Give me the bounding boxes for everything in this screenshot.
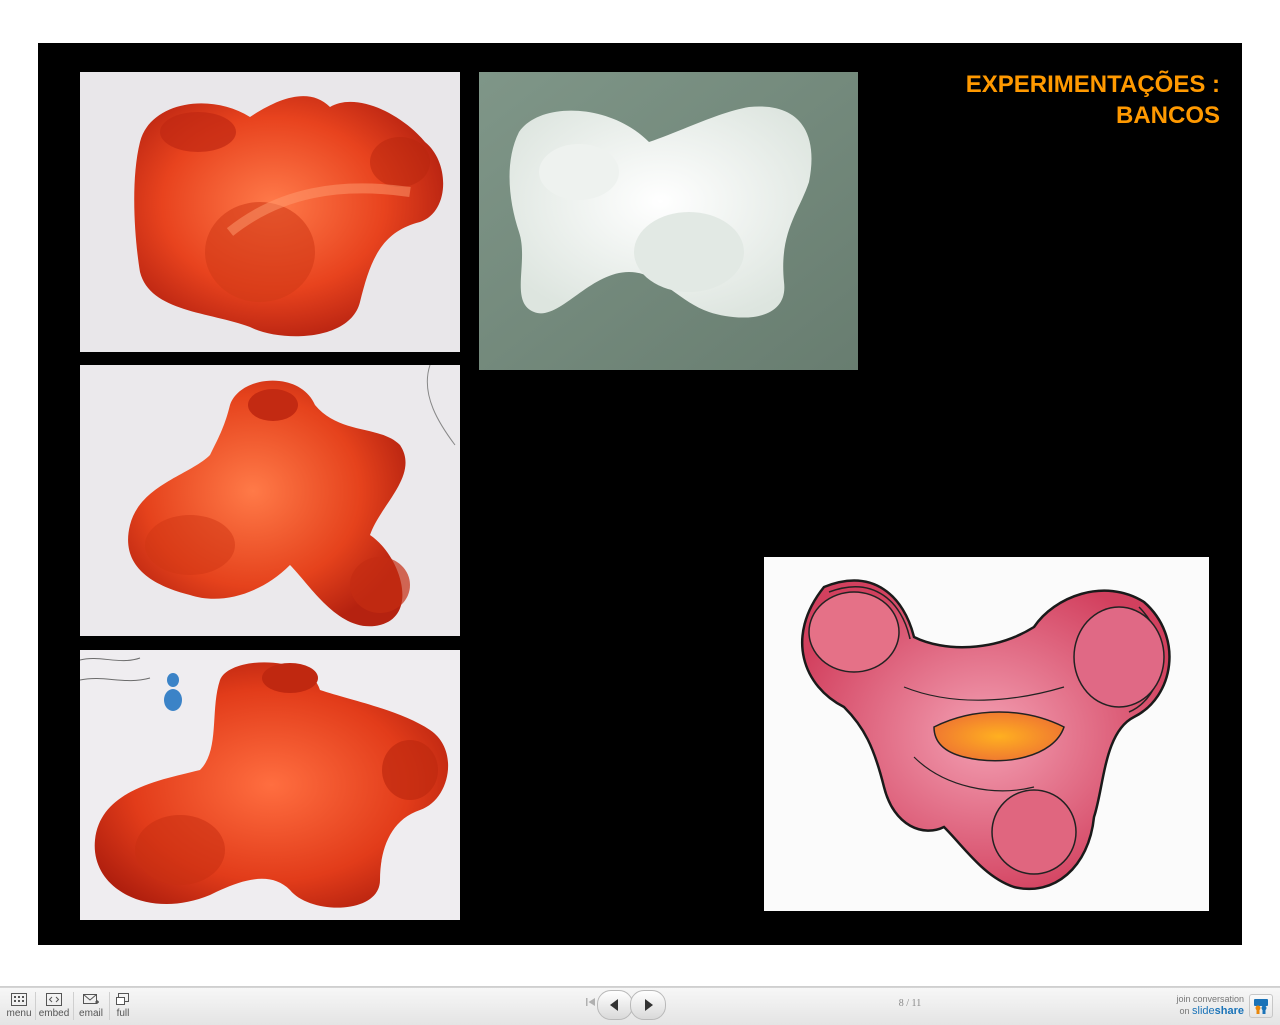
email-label: email (79, 1008, 103, 1019)
menu-label: menu (6, 1008, 32, 1019)
slide-counter: 8 / 11 (898, 998, 922, 1009)
fullscreen-icon (116, 993, 129, 1005)
embed-button[interactable]: embed (37, 991, 71, 1023)
slideshare-logo-icon[interactable] (1249, 994, 1273, 1018)
next-slide-button[interactable] (630, 990, 666, 1020)
slide: EXPERIMENTAÇÕES : BANCOS (38, 43, 1242, 945)
menu-button[interactable]: menu (2, 991, 36, 1023)
slideshare-logo-graphic (1254, 999, 1268, 1014)
email-envelope-icon (83, 994, 99, 1004)
photo-orange-bench-1 (80, 72, 460, 352)
sketch-drawing (764, 557, 1209, 911)
embed-code-icon (46, 993, 62, 1006)
join-prefix: on (1179, 1006, 1190, 1016)
slide-title-line-2: BANCOS (1115, 102, 1220, 129)
photo-white-bench (479, 72, 858, 370)
slideshare-brand: on slideshare (1176, 1005, 1244, 1017)
next-arrow-icon (645, 999, 653, 1011)
photo-orange-bench-3 (80, 650, 460, 920)
email-button[interactable]: email (74, 991, 108, 1023)
brand-slide: slide (1192, 1005, 1215, 1017)
photo-orange-bench-2 (80, 365, 460, 636)
slideshow-viewer: EXPERIMENTAÇÕES : BANCOS (0, 0, 1280, 987)
join-conversation-link[interactable]: join conversation on slideshare (1176, 993, 1244, 1017)
join-text: join conversation (1176, 994, 1244, 1004)
fullscreen-button[interactable]: full (106, 991, 140, 1023)
brand-name: slideshare (1192, 1005, 1244, 1017)
previous-slide-button[interactable] (597, 990, 633, 1020)
embed-label: embed (38, 1008, 70, 1019)
brand-share: share (1214, 1005, 1244, 1017)
full-label: full (116, 1008, 130, 1019)
slide-title-line-1: EXPERIMENTAÇÕES : (965, 71, 1220, 98)
divider (35, 992, 36, 1020)
first-slide-icon[interactable] (585, 996, 597, 1008)
slide-title: EXPERIMENTAÇÕES : BANCOS (966, 69, 1220, 131)
menu-grid-icon (11, 993, 27, 1006)
previous-arrow-icon (610, 999, 618, 1011)
